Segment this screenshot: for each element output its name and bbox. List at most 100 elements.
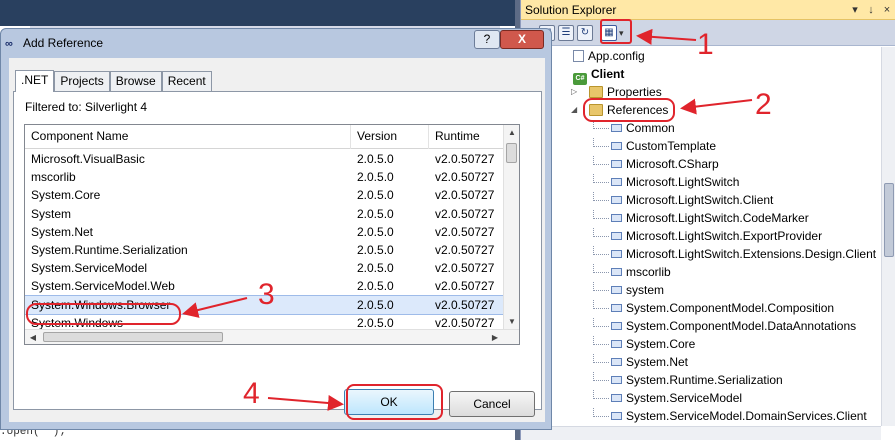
assembly-reference-icon: [611, 304, 622, 312]
tree-item-reference[interactable]: System.ComponentModel.DataAnnotations: [521, 317, 881, 335]
tree-item-project-client[interactable]: C# Client: [521, 65, 881, 85]
config-file-icon: [573, 50, 584, 62]
table-row[interactable]: System.Net 2.0.5.0 v2.0.50727: [25, 223, 505, 241]
tree-item-reference[interactable]: Microsoft.LightSwitch: [521, 173, 881, 191]
tab-projects[interactable]: Projects: [54, 71, 110, 91]
column-header-runtime[interactable]: Runtime: [429, 125, 509, 149]
refresh-icon[interactable]: ↻: [577, 25, 593, 41]
tree-item-reference[interactable]: System.ServiceModel.DomainServices.Clien…: [521, 407, 881, 425]
table-row[interactable]: Microsoft.VisualBasic 2.0.5.0 v2.0.50727: [25, 150, 505, 168]
scroll-right-icon[interactable]: ▶: [487, 330, 503, 344]
annotation-label-4: 4: [243, 377, 260, 410]
assembly-reference-icon: [611, 322, 622, 330]
annotation-label-3: 3: [258, 278, 275, 311]
toolbar-dropdown-icon[interactable]: ▾: [619, 28, 624, 39]
collapse-arrow-icon[interactable]: ◢: [571, 101, 577, 119]
tree-item-reference[interactable]: Common: [521, 119, 881, 137]
tree-connector-icon: [593, 156, 609, 165]
cell-version: 2.0.5.0: [357, 188, 394, 203]
dialog-titlebar[interactable]: ∞ Add Reference ? X: [1, 29, 551, 57]
tree-item-reference[interactable]: system: [521, 281, 881, 299]
solution-vertical-scrollbar[interactable]: [881, 47, 895, 426]
cancel-button[interactable]: Cancel: [449, 391, 535, 417]
filter-label: Filtered to: Silverlight 4: [25, 100, 148, 114]
tab-browse[interactable]: Browse: [109, 71, 162, 91]
tree-item-reference[interactable]: mscorlib: [521, 263, 881, 281]
assembly-reference-icon: [611, 250, 622, 258]
tab-recent[interactable]: Recent: [161, 71, 212, 91]
column-header-version[interactable]: Version: [351, 125, 429, 149]
column-header-component-name[interactable]: Component Name: [25, 125, 351, 149]
tree-connector-icon: [593, 228, 609, 237]
cell-version: 2.0.5.0: [357, 261, 394, 276]
tree-item-label: mscorlib: [626, 265, 671, 279]
cell-component-name: System: [31, 206, 72, 221]
help-button[interactable]: ?: [474, 30, 500, 49]
solution-explorer-titlebar: Solution Explorer ▾ ↓ ×: [521, 0, 895, 20]
tree-item-label: Microsoft.LightSwitch.ExportProvider: [626, 229, 823, 243]
cell-component-name: System.Net: [31, 224, 94, 239]
tree-item-reference[interactable]: System.Runtime.Serialization: [521, 371, 881, 389]
list-horizontal-scrollbar[interactable]: ◀ ▶: [25, 329, 519, 344]
close-button[interactable]: X: [500, 30, 544, 49]
ok-button[interactable]: OK: [344, 389, 434, 415]
tree-connector-icon: [593, 372, 609, 381]
tab-dotnet[interactable]: .NET: [15, 70, 55, 92]
properties-icon[interactable]: ☰: [558, 25, 574, 41]
cell-version: 2.0.5.0: [357, 242, 394, 257]
editor-tab-strip: [0, 0, 520, 26]
dotnet-tab-panel: Filtered to: Silverlight 4 Component Nam…: [13, 91, 542, 410]
assembly-reference-icon: [611, 124, 622, 132]
assembly-reference-icon: [611, 178, 622, 186]
solution-tree: App.config C# Client ▷ Properties ◢ Refer…: [521, 47, 881, 426]
cell-component-name: System.Runtime.Serialization: [31, 242, 188, 257]
list-vertical-scrollbar[interactable]: ▲ ▼: [503, 125, 519, 330]
tree-item-label: Common: [626, 121, 675, 135]
assembly-reference-icon: [611, 286, 622, 294]
solution-horizontal-scrollbar[interactable]: [521, 426, 881, 440]
cell-version: 2.0.5.0: [357, 152, 394, 166]
table-row[interactable]: System.ServiceModel 2.0.5.0 v2.0.50727: [25, 259, 505, 277]
tree-item-reference[interactable]: CustomTemplate: [521, 137, 881, 155]
tree-item-reference[interactable]: Microsoft.CSharp: [521, 155, 881, 173]
tree-connector-icon: [593, 390, 609, 399]
scroll-thumb[interactable]: [884, 183, 894, 257]
tree-item-reference[interactable]: Microsoft.LightSwitch.ExportProvider: [521, 227, 881, 245]
tree-connector-icon: [593, 192, 609, 201]
dialog-client-area: .NET Projects Browse Recent Filtered to:…: [9, 58, 545, 422]
table-row[interactable]: System.Runtime.Serialization 2.0.5.0 v2.0.…: [25, 241, 505, 259]
tree-item-reference[interactable]: System.ServiceModel: [521, 389, 881, 407]
expand-arrow-icon[interactable]: ▷: [571, 83, 577, 101]
tree-connector-icon: [593, 300, 609, 309]
cell-runtime: v2.0.50727: [435, 188, 495, 203]
tree-item-reference[interactable]: Microsoft.LightSwitch.Client: [521, 191, 881, 209]
assembly-reference-icon: [611, 358, 622, 366]
scroll-up-icon[interactable]: ▲: [504, 125, 519, 141]
tree-item-label: Microsoft.CSharp: [626, 157, 719, 171]
tree-item-reference[interactable]: System.Net: [521, 353, 881, 371]
cell-runtime: v2.0.50727: [435, 206, 495, 221]
cell-version: 2.0.5.0: [357, 206, 394, 221]
view-class-diagram-icon[interactable]: ▦: [601, 25, 617, 41]
table-row[interactable]: mscorlib 2.0.5.0 v2.0.50727: [25, 168, 505, 186]
tree-item-reference[interactable]: System.ComponentModel.Composition: [521, 299, 881, 317]
scroll-left-icon[interactable]: ◀: [25, 330, 41, 344]
table-row[interactable]: System.Core 2.0.5.0 v2.0.50727: [25, 186, 505, 204]
cell-runtime: v2.0.50727: [435, 152, 495, 166]
tree-item-reference[interactable]: Microsoft.LightSwitch.CodeMarker: [521, 209, 881, 227]
cell-component-name: System.ServiceModel.Web: [31, 279, 175, 294]
close-icon[interactable]: ×: [879, 4, 895, 16]
pin-icon[interactable]: ↓: [863, 4, 879, 16]
scroll-down-icon[interactable]: ▼: [504, 314, 519, 330]
tree-item-reference[interactable]: System.Core: [521, 335, 881, 353]
list-hscroll-thumb[interactable]: [43, 332, 223, 342]
tree-connector-icon: [593, 246, 609, 255]
list-scroll-thumb[interactable]: [506, 143, 517, 163]
dropdown-icon[interactable]: ▾: [847, 3, 863, 16]
tree-item-properties[interactable]: ▷ Properties: [521, 83, 881, 101]
tree-item-label: System.ServiceModel.DomainServices.Clien…: [626, 409, 867, 423]
cell-component-name: System.Windows.Browser: [31, 297, 171, 312]
tree-item-reference[interactable]: Microsoft.LightSwitch.Extensions.Design.…: [521, 245, 881, 263]
tree-item-references[interactable]: ◢ References: [521, 101, 881, 119]
table-row[interactable]: System 2.0.5.0 v2.0.50727: [25, 205, 505, 223]
